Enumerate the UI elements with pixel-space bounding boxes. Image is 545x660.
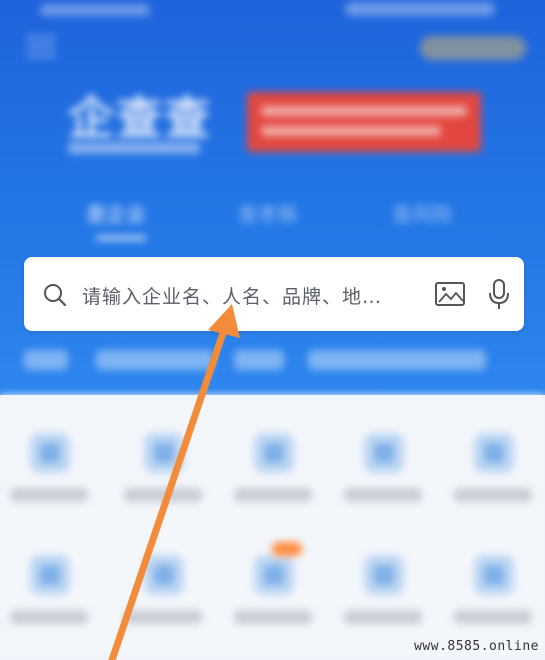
feature-item[interactable] — [448, 433, 538, 543]
feature-item[interactable] — [4, 555, 94, 660]
menu-icon[interactable] — [26, 36, 56, 58]
feature-grid — [0, 395, 545, 660]
watermark: www.8585.online — [414, 639, 539, 654]
search-icon — [44, 284, 67, 307]
hot-search-item[interactable] — [234, 350, 284, 370]
vip-button[interactable] — [420, 36, 526, 60]
promo-banner[interactable] — [247, 92, 481, 152]
app-logo: 企查查 — [68, 91, 212, 145]
image-search-icon[interactable] — [434, 281, 468, 309]
status-bar-right — [345, 2, 495, 16]
feature-item[interactable] — [118, 433, 208, 543]
new-badge — [272, 542, 302, 556]
feature-item[interactable] — [338, 433, 428, 543]
active-tab-indicator — [96, 236, 146, 240]
microphone-icon[interactable] — [487, 278, 511, 312]
hot-search-item[interactable] — [96, 350, 214, 370]
feature-item[interactable] — [4, 433, 94, 543]
app-header: 企查查 查企业 查老板 查风险 — [0, 0, 545, 395]
tab-risk[interactable]: 查风险 — [392, 198, 452, 227]
tab-company[interactable]: 查企业 — [86, 198, 146, 227]
app-logo-subtitle — [68, 142, 200, 154]
status-bar-left — [40, 4, 150, 16]
search-placeholder: 请输入企业名、人名、品牌、地… — [82, 286, 383, 308]
feature-item[interactable] — [228, 555, 318, 660]
feature-item[interactable] — [118, 555, 208, 660]
hot-search-item[interactable] — [308, 350, 486, 370]
feature-item[interactable] — [228, 433, 318, 543]
tab-boss[interactable]: 查老板 — [238, 198, 298, 227]
hot-search-item[interactable] — [24, 350, 68, 370]
